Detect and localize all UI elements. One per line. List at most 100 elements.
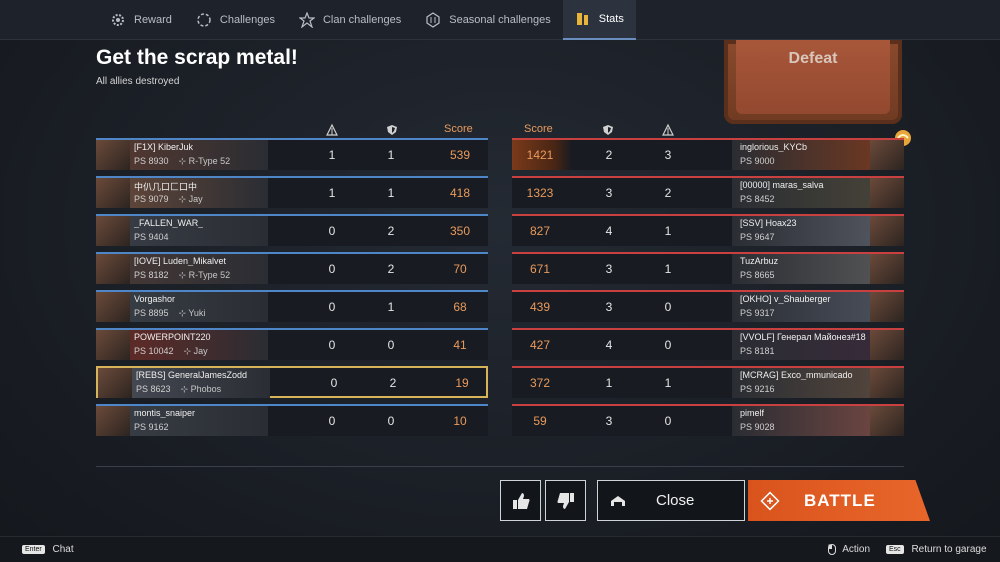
player-name: pimelf [740, 408, 765, 418]
chat-hint[interactable]: Enter Chat [22, 544, 74, 555]
avatar [870, 368, 904, 398]
avatar [870, 406, 904, 436]
avatar [96, 292, 130, 322]
score-value: 539 [449, 148, 471, 162]
player-name: 中仈几口匚口中 [134, 182, 198, 192]
assists-value: 2 [605, 148, 613, 162]
assists-value: 4 [605, 224, 613, 238]
kills-value: 0 [664, 338, 672, 352]
shield-icon [603, 125, 613, 135]
return-hint[interactable]: Esc Return to garage [886, 544, 987, 555]
tab-challenges[interactable]: Challenges [184, 0, 287, 40]
platoon-name: Jay [193, 346, 208, 356]
challenges-icon [197, 13, 211, 27]
assists-value: 0 [387, 414, 395, 428]
ally-row[interactable]: Vorgashor PS 8895 ⊹ Yuki 0 1 68 [96, 290, 488, 322]
player-power-score: PS 9000 [740, 156, 775, 166]
close-label: Close [656, 492, 695, 509]
kills-value: 1 [328, 186, 336, 200]
kills-value: 2 [664, 186, 672, 200]
player-power-score: PS 9317 [740, 308, 775, 318]
ally-row[interactable]: POWERPOINT220 PS 10042 ⊹ Jay 0 0 41 [96, 328, 488, 360]
tab-seasonal-challenges[interactable]: Seasonal challenges [413, 0, 563, 40]
player-power-score: PS 8623 ⊹ Phobos [136, 384, 221, 395]
thumbs-up-icon [512, 492, 529, 509]
ally-row[interactable]: _FALLEN_WAR_ PS 9404 0 2 350 [96, 214, 488, 246]
tab-stats[interactable]: Stats [562, 0, 636, 40]
player-name: [MCRAG] Exco_mmunicado [740, 370, 853, 380]
left-score-header: Score [444, 123, 473, 135]
kills-icon [662, 124, 674, 136]
tab-reward[interactable]: Reward [98, 0, 184, 40]
platoon-label: ⊹ Jay [178, 194, 203, 204]
platoon-name: R-Type 52 [188, 270, 231, 280]
tab-stats-label: Stats [598, 13, 624, 25]
right-score-header: Score [524, 123, 553, 135]
platoon-label: ⊹ Jay [183, 346, 208, 356]
return-label: Return to garage [911, 544, 987, 555]
platoon-name: Jay [188, 194, 203, 204]
kills-value: 1 [664, 262, 672, 276]
assists-value: 3 [605, 300, 613, 314]
enemy-row[interactable]: [SSV] Hoax23 PS 9647 827 4 1 [512, 214, 904, 246]
kills-value: 0 [330, 376, 338, 390]
avatar [870, 254, 904, 284]
action-label: Action [842, 544, 871, 556]
tab-clan-challenges[interactable]: Clan challenges [287, 0, 413, 40]
ally-row[interactable]: [REBS] GeneralJamesZodd PS 8623 ⊹ Phobos … [96, 366, 488, 398]
kills-value: 1 [328, 148, 336, 162]
avatar [98, 368, 132, 398]
player-name: [IOVE] Luden_Mikalvet [134, 256, 227, 266]
kills-value: 0 [328, 414, 336, 428]
platoon-label: ⊹ R-Type 52 [178, 156, 231, 166]
player-power-score: PS 8181 [740, 346, 775, 356]
enemy-row[interactable]: [VVOLF] Генерал Майонез#18 PS 8181 427 4… [512, 328, 904, 360]
footer-bar: Enter Chat Action Esc Return to garage [0, 536, 1000, 562]
enemy-row[interactable]: [00000] maras_salva PS 8452 1323 3 2 [512, 176, 904, 208]
enemy-row[interactable]: pimelf PS 9028 59 3 0 [512, 404, 904, 436]
platoon-name: Phobos [190, 384, 222, 394]
player-power-score: PS 10042 ⊹ Jay [134, 346, 208, 357]
assists-value: 2 [387, 224, 395, 238]
tab-seasonal-challenges-label: Seasonal challenges [449, 14, 551, 26]
kills-value: 1 [664, 224, 672, 238]
kills-value: 1 [664, 376, 672, 390]
player-power-score: PS 9404 [134, 232, 169, 242]
ps-value: PS 8930 [134, 156, 169, 166]
ally-row[interactable]: 中仈几口匚口中 PS 9079 ⊹ Jay 1 1 418 [96, 176, 488, 208]
score-value: 439 [529, 300, 551, 314]
player-power-score: PS 9647 [740, 232, 775, 242]
battle-button[interactable]: BATTLE [748, 480, 930, 521]
assists-value: 3 [605, 186, 613, 200]
ps-value: PS 9404 [134, 232, 169, 242]
battle-icon [760, 490, 780, 511]
dislike-button[interactable] [545, 480, 586, 521]
assists-value: 2 [387, 262, 395, 276]
assists-value: 1 [387, 148, 395, 162]
like-button[interactable] [500, 480, 541, 521]
score-value: 1421 [526, 148, 554, 162]
result-banner: Defeat [724, 40, 902, 124]
player-name: [OKHO] v_Shauberger [740, 294, 831, 304]
enemy-row[interactable]: inglorious_KYCb PS 9000 1421 2 3 [512, 138, 904, 170]
player-name: POWERPOINT220 [134, 332, 211, 342]
close-button[interactable]: Close [597, 480, 745, 521]
avatar [96, 406, 130, 436]
gear-reward-icon [112, 14, 124, 26]
player-name: [F1X] KiberJuk [134, 142, 194, 152]
ally-row[interactable]: [IOVE] Luden_Mikalvet PS 8182 ⊹ R-Type 52… [96, 252, 488, 284]
player-name: _FALLEN_WAR_ [134, 218, 204, 228]
player-power-score: PS 8930 ⊹ R-Type 52 [134, 156, 230, 167]
enemy-row[interactable]: [OKHO] v_Shauberger PS 9317 439 3 0 [512, 290, 904, 322]
enemy-row[interactable]: [MCRAG] Exco_mmunicado PS 9216 372 1 1 [512, 366, 904, 398]
clan-icon [298, 12, 315, 28]
enemy-row[interactable]: TuzArbuz PS 8665 671 3 1 [512, 252, 904, 284]
score-value: 418 [449, 186, 471, 200]
page-subtitle: All allies destroyed [96, 76, 180, 87]
ally-row[interactable]: montis_snaiper PS 9162 0 0 10 [96, 404, 488, 436]
avatar [870, 216, 904, 246]
platoon-label: ⊹ Phobos [180, 384, 222, 394]
ally-row[interactable]: [F1X] KiberJuk PS 8930 ⊹ R-Type 52 1 1 53… [96, 138, 488, 170]
kills-value: 0 [328, 224, 336, 238]
score-value: 427 [529, 338, 551, 352]
